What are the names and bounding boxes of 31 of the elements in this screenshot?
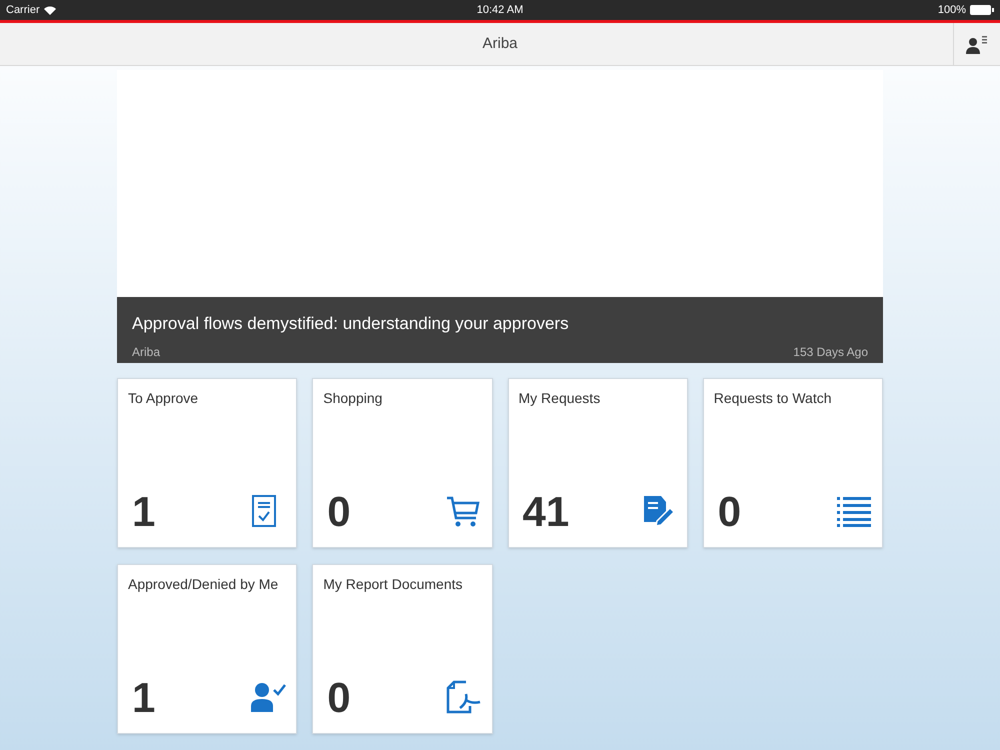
tile-title: My Requests — [518, 389, 602, 408]
tile-title: Approved/Denied by Me — [128, 575, 280, 594]
news-headline: Approval flows demystified: understanding your approvers — [132, 313, 570, 335]
tile-title: To Approve — [128, 389, 200, 408]
tile-title: Requests to Watch — [714, 389, 833, 408]
tile-count: 0 — [327, 677, 351, 719]
list-icon — [836, 494, 872, 530]
tile-count: 1 — [132, 491, 156, 533]
pdf-document-icon — [446, 680, 482, 716]
tile-count: 1 — [132, 677, 156, 719]
nav-title: Ariba — [482, 34, 518, 54]
battery-label: 100% — [938, 2, 966, 18]
tile-title: My Report Documents — [323, 575, 464, 594]
tile[interactable]: My Report Documents 0 — [312, 564, 492, 734]
user-icon — [966, 34, 988, 54]
tile-count: 0 — [327, 491, 351, 533]
tile[interactable]: Shopping 0 — [312, 378, 492, 548]
clock-label: 10:42 AM — [476, 2, 524, 18]
news-card[interactable]: Approval flows demystified: understanding your approvers Ariba 153 Days Ago — [117, 70, 883, 363]
tile[interactable]: My Requests 41 — [508, 378, 688, 548]
news-age: 153 Days Ago — [793, 344, 868, 360]
tile-count: 0 — [718, 491, 742, 533]
wifi-icon — [44, 6, 56, 14]
carrier-label: Carrier — [6, 2, 40, 18]
tile[interactable]: Requests to Watch 0 — [702, 378, 883, 548]
tile-title: Shopping — [323, 389, 384, 408]
tile[interactable]: To Approve 1 — [117, 378, 298, 548]
news-source: Ariba — [132, 344, 160, 360]
battery-icon — [970, 5, 994, 15]
tile[interactable]: Approved/Denied by Me 1 — [117, 564, 298, 734]
tile-count: 41 — [522, 491, 570, 533]
